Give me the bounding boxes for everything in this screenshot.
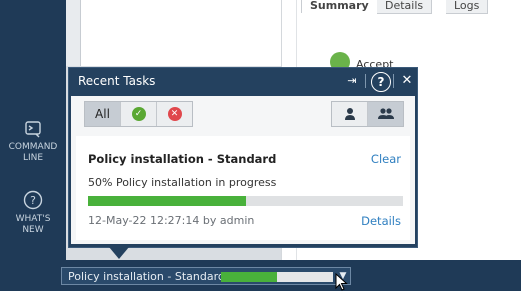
- command-line-button[interactable]: COMMAND LINE: [0, 120, 66, 164]
- x-circle-icon: ✕: [167, 107, 182, 121]
- task-progress-text: 50% Policy installation in progress: [88, 176, 276, 189]
- header-divider: [393, 74, 394, 88]
- tab-summary[interactable]: Summary: [301, 0, 378, 13]
- mouse-cursor-icon: [335, 273, 348, 291]
- details-link[interactable]: Details: [361, 214, 401, 228]
- popup-pointer: [109, 247, 129, 259]
- help-icon[interactable]: ?: [371, 72, 391, 92]
- task-timestamp: 12-May-22 12:27:14: [88, 214, 200, 227]
- close-icon[interactable]: ✕: [399, 71, 415, 91]
- left-nav: COMMAND LINE ? WHAT'S NEW: [0, 0, 66, 291]
- clear-link[interactable]: Clear: [371, 152, 401, 166]
- popup-title: Recent Tasks: [78, 74, 156, 88]
- header-divider: [365, 74, 366, 88]
- all-users-tasks-button[interactable]: [368, 102, 403, 126]
- filter-success-button[interactable]: ✓: [121, 102, 157, 126]
- svg-text:?: ?: [30, 194, 36, 207]
- main-list-area: [80, 0, 281, 66]
- question-circle-icon: ?: [23, 190, 43, 210]
- status-task-text: Policy installation - Standard: [68, 270, 225, 283]
- task-card: Policy installation - Standard Clear 50%…: [76, 136, 410, 240]
- status-filter-group: All ✓ ✕: [84, 101, 193, 127]
- filter-failed-button[interactable]: ✕: [157, 102, 192, 126]
- status-task-widget[interactable]: Policy installation - Standard ▼: [61, 267, 351, 285]
- task-percent: 50%: [88, 176, 113, 189]
- task-title: Policy installation - Standard: [88, 152, 277, 166]
- whats-new-label: WHAT'S NEW: [15, 214, 51, 235]
- check-circle-icon: ✓: [131, 107, 146, 121]
- terminal-icon: [25, 121, 41, 138]
- command-line-label: COMMAND LINE: [8, 142, 58, 163]
- popup-body: All ✓ ✕ Policy installation - Standard C…: [71, 96, 415, 244]
- recent-tasks-popup: Recent Tasks ⇥ ? ✕ All ✓ ✕ Policy instal…: [68, 67, 418, 248]
- user-filter-group: [331, 101, 404, 127]
- pin-icon[interactable]: ⇥: [341, 71, 363, 91]
- filter-all-button[interactable]: All: [85, 102, 121, 126]
- task-status-text: Policy installation in progress: [115, 176, 277, 189]
- task-user: by admin: [202, 214, 255, 227]
- status-progress-bar: [221, 272, 333, 282]
- task-meta: 12-May-22 12:27:14 by admin: [88, 214, 254, 227]
- main-gap: [66, 0, 80, 66]
- tab-logs[interactable]: Logs: [446, 0, 489, 14]
- single-user-icon: [344, 108, 355, 120]
- task-progress-bar: [88, 196, 403, 206]
- my-tasks-button[interactable]: [332, 102, 368, 126]
- multi-user-icon: [377, 108, 394, 119]
- task-progress-fill: [88, 196, 246, 206]
- status-progress-fill: [221, 272, 277, 282]
- tab-details[interactable]: Details: [377, 0, 433, 14]
- whats-new-button[interactable]: ? WHAT'S NEW: [0, 190, 66, 236]
